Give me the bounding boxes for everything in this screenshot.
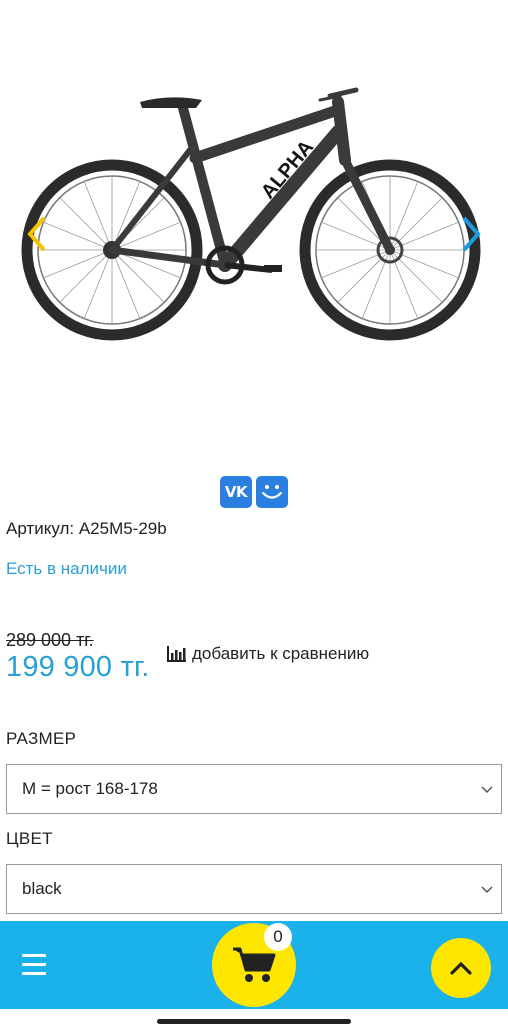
product-gallery: ALPHA — [0, 0, 508, 460]
color-select[interactable]: black — [6, 864, 502, 914]
cart-icon — [233, 947, 276, 982]
cart-count-badge: 0 — [264, 923, 292, 951]
bottom-navigation-bar: 0 — [0, 921, 508, 1009]
hamburger-icon-line — [22, 963, 46, 966]
color-select-value: black — [22, 879, 62, 898]
chevron-down-icon — [481, 886, 493, 894]
old-price: 289 000 тг. — [6, 630, 94, 650]
scroll-to-top-button[interactable] — [431, 938, 491, 998]
size-select[interactable]: M = рост 168-178 — [6, 764, 502, 814]
size-select-value: M = рост 168-178 — [22, 779, 158, 798]
smile-icon — [261, 485, 283, 499]
add-to-compare-link[interactable]: добавить к сравнению — [167, 644, 369, 664]
product-image[interactable]: ALPHA — [20, 80, 490, 370]
home-indicator[interactable] — [157, 1019, 351, 1024]
gallery-next-button[interactable] — [456, 212, 486, 256]
system-navigation-strip — [0, 1009, 508, 1033]
vk-share-button[interactable]: VK — [220, 476, 252, 508]
vk-icon: VK — [224, 483, 248, 501]
stock-status: Есть в наличии — [6, 559, 127, 578]
chevron-left-icon — [27, 216, 46, 252]
share-buttons: VK — [220, 476, 288, 508]
compare-label: добавить к сравнению — [192, 644, 370, 663]
chevron-up-icon — [450, 961, 472, 975]
size-label: РАЗМЕР — [6, 729, 77, 748]
chevron-down-icon — [481, 786, 493, 794]
color-label: ЦВЕТ — [6, 829, 53, 848]
chevron-right-icon — [462, 216, 481, 252]
hamburger-icon — [22, 954, 46, 957]
gallery-prev-button[interactable] — [22, 212, 52, 256]
menu-button[interactable] — [22, 954, 46, 976]
hamburger-icon-line — [22, 972, 46, 975]
mymail-share-button[interactable] — [256, 476, 288, 508]
product-sku: Артикул: A25M5-29b — [6, 519, 167, 538]
bar-chart-icon — [167, 646, 186, 662]
current-price: 199 900 тг. — [6, 651, 150, 683]
